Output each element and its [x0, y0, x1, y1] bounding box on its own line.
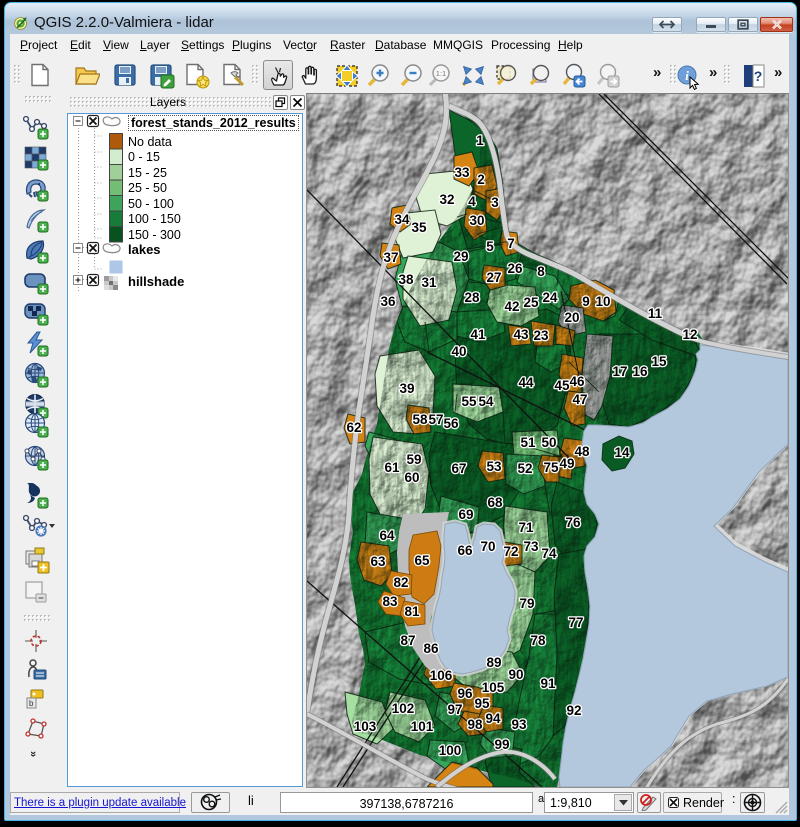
svg-text:44: 44	[518, 375, 534, 390]
svg-text:92: 92	[566, 703, 581, 718]
svg-text:?: ?	[754, 68, 763, 84]
svg-text:25: 25	[523, 295, 539, 310]
svg-text:60: 60	[404, 470, 419, 485]
svg-text:16: 16	[632, 364, 648, 379]
svg-text:65: 65	[414, 553, 430, 568]
svg-text:10: 10	[595, 294, 610, 309]
svg-text:58: 58	[412, 412, 428, 427]
svg-text:11: 11	[648, 306, 663, 321]
svg-text:41: 41	[470, 327, 486, 342]
svg-text:103: 103	[354, 719, 377, 734]
svg-text:4: 4	[468, 194, 476, 209]
svg-text:1: 1	[476, 133, 484, 148]
svg-text:49: 49	[559, 456, 574, 471]
svg-text:9: 9	[582, 294, 590, 309]
svg-text:12: 12	[682, 327, 697, 342]
svg-text:106: 106	[430, 668, 453, 683]
svg-text:14: 14	[614, 445, 630, 460]
svg-text:87: 87	[400, 633, 415, 648]
svg-text:52: 52	[517, 461, 532, 476]
svg-text:34: 34	[394, 212, 410, 227]
svg-text:45: 45	[554, 378, 570, 393]
svg-text:76: 76	[565, 515, 581, 530]
svg-text:81: 81	[404, 604, 420, 619]
svg-text:89: 89	[486, 655, 501, 670]
svg-text:8: 8	[537, 264, 545, 279]
svg-text:50: 50	[541, 435, 556, 450]
svg-text:30: 30	[469, 213, 484, 228]
svg-text:2: 2	[477, 172, 485, 187]
svg-text:56: 56	[443, 416, 459, 431]
svg-text:33: 33	[454, 165, 470, 180]
svg-text:98: 98	[467, 717, 483, 732]
svg-text:64: 64	[379, 528, 395, 543]
svg-text:57: 57	[428, 412, 443, 427]
svg-text:59: 59	[406, 452, 421, 467]
svg-text:102: 102	[392, 701, 415, 716]
svg-text:23: 23	[533, 328, 549, 343]
svg-text:72: 72	[503, 544, 518, 559]
svg-text:46: 46	[569, 374, 585, 389]
svg-text:28: 28	[464, 290, 480, 305]
svg-text:24: 24	[542, 290, 558, 305]
svg-text:29: 29	[453, 249, 468, 264]
svg-text:97: 97	[447, 702, 462, 717]
svg-text:i: i	[685, 68, 689, 83]
svg-text:31: 31	[421, 275, 437, 290]
svg-text:86: 86	[423, 641, 439, 656]
svg-text:69: 69	[458, 507, 473, 522]
svg-text:35: 35	[411, 220, 427, 235]
svg-text:95: 95	[474, 696, 490, 711]
svg-text:b: b	[29, 699, 34, 708]
svg-text:48: 48	[574, 444, 590, 459]
svg-text:40: 40	[451, 344, 466, 359]
svg-text:1:1: 1:1	[436, 69, 446, 78]
svg-text:63: 63	[370, 554, 386, 569]
svg-text:74: 74	[541, 546, 557, 561]
svg-text:90: 90	[508, 667, 523, 682]
svg-text:38: 38	[398, 272, 414, 287]
svg-text:91: 91	[540, 676, 556, 691]
svg-text:73: 73	[523, 539, 539, 554]
svg-text:55: 55	[461, 394, 477, 409]
svg-text:47: 47	[572, 392, 587, 407]
svg-text:39: 39	[399, 381, 414, 396]
svg-text:67: 67	[451, 461, 466, 476]
svg-text:94: 94	[485, 711, 501, 726]
svg-text:66: 66	[457, 543, 473, 558]
svg-text:79: 79	[519, 596, 534, 611]
svg-text:54: 54	[478, 394, 494, 409]
svg-text:75: 75	[543, 460, 559, 475]
svg-text:3: 3	[491, 195, 499, 210]
svg-text:105: 105	[482, 680, 505, 695]
svg-text:99: 99	[494, 737, 509, 752]
svg-text:71: 71	[518, 520, 534, 535]
svg-text:62: 62	[346, 420, 361, 435]
svg-text:100: 100	[439, 743, 462, 758]
svg-text:42: 42	[504, 299, 519, 314]
svg-text:43: 43	[513, 327, 529, 342]
svg-text:70: 70	[480, 539, 495, 554]
svg-text:32: 32	[439, 192, 454, 207]
svg-text:27: 27	[486, 270, 501, 285]
svg-text:61: 61	[384, 460, 400, 475]
svg-text:83: 83	[382, 594, 398, 609]
svg-text:37: 37	[383, 250, 398, 265]
svg-text:51: 51	[520, 435, 536, 450]
svg-text:96: 96	[457, 686, 473, 701]
svg-text:78: 78	[530, 633, 546, 648]
svg-text:17: 17	[612, 364, 627, 379]
svg-text:77: 77	[568, 615, 583, 630]
svg-text:26: 26	[507, 261, 523, 276]
svg-text:53: 53	[486, 459, 502, 474]
svg-text:68: 68	[487, 495, 503, 510]
svg-text:5: 5	[486, 239, 494, 254]
svg-text:15: 15	[651, 354, 667, 369]
svg-text:82: 82	[393, 575, 408, 590]
svg-text:101: 101	[411, 719, 434, 734]
svg-text:36: 36	[380, 294, 396, 309]
svg-text:20: 20	[564, 310, 579, 325]
svg-text:93: 93	[511, 717, 527, 732]
svg-text:7: 7	[507, 236, 515, 251]
